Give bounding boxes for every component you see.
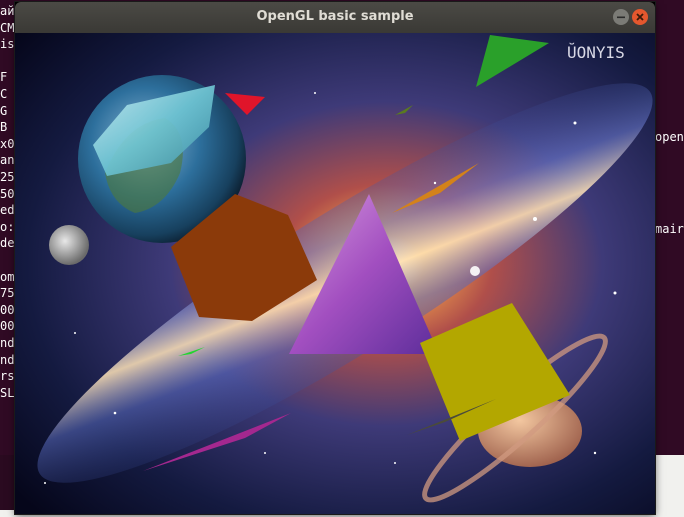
opengl-window[interactable]: OpenGL basic sample ŬONYIS: [15, 2, 655, 514]
terminal-line: 00: [0, 302, 15, 317]
terminal-line: o:: [0, 219, 15, 234]
render-canvas[interactable]: ŬONYIS: [15, 33, 655, 514]
terminal-line: C: [0, 87, 8, 101]
terminal-line: nd: [0, 336, 15, 350]
terminal-line: B: [0, 120, 8, 135]
moon: [49, 225, 89, 265]
terminal-line: 00: [0, 319, 15, 334]
close-button[interactable]: [632, 9, 648, 25]
watermark-logo: ŬONYIS: [567, 43, 625, 62]
terminal-line: openg: [655, 130, 684, 144]
terminal-line: rs: [0, 369, 15, 384]
terminal-line: SL: [0, 385, 15, 400]
title-bar[interactable]: OpenGL basic sample: [15, 2, 655, 33]
terminal-line: nd: [0, 352, 15, 367]
terminal-line: F: [0, 70, 8, 85]
terminal-line: G: [0, 103, 8, 118]
close-icon: [636, 13, 644, 21]
minimize-button[interactable]: [613, 9, 629, 25]
terminal-line: ed: [0, 203, 15, 218]
scene: ŬONYIS: [15, 33, 655, 514]
terminal-line: 75: [0, 286, 15, 301]
window-title: OpenGL basic sample: [256, 9, 414, 24]
terminal-line: mair: [655, 222, 684, 236]
terminal-line: x0: [0, 136, 15, 151]
terminal-line: 25: [0, 170, 15, 184]
terminal-line: an: [0, 153, 15, 168]
terminal-line: de: [0, 236, 15, 251]
minimize-icon: [617, 16, 625, 19]
terminal-line: 50: [0, 186, 15, 201]
terminal-line: om: [0, 269, 15, 284]
terminal-line: is: [0, 37, 15, 52]
terminal-line: CM: [0, 20, 15, 35]
